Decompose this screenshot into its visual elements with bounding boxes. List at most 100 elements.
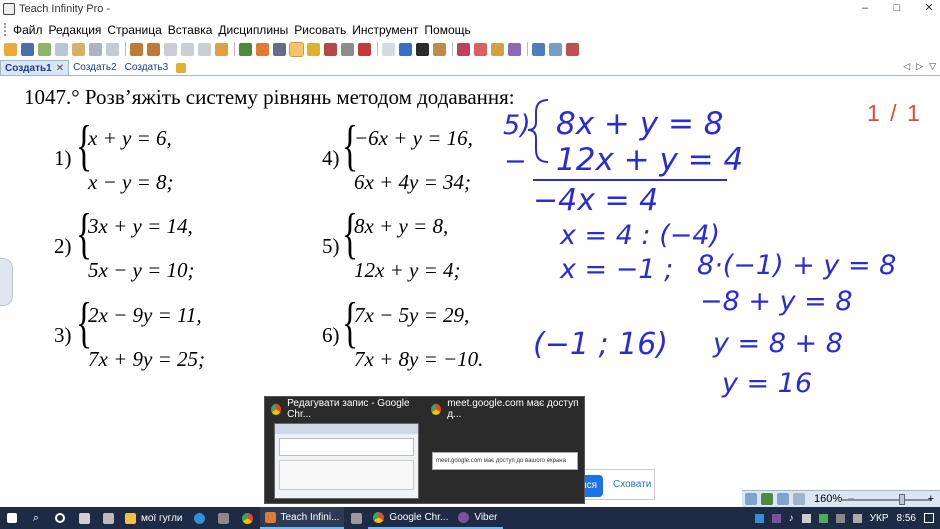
stamp-icon[interactable] <box>433 42 446 56</box>
app-window: Teach Infinity Pro - – □ ✕ Файл Редакция… <box>0 0 940 529</box>
print-icon[interactable] <box>89 42 102 56</box>
taskbar-chrome[interactable]: Google Chr... <box>368 507 454 529</box>
new-tab-icon <box>176 62 187 73</box>
formula-icon[interactable] <box>491 42 504 56</box>
taskbar-label: Viber <box>474 511 498 523</box>
import-icon[interactable] <box>72 42 85 56</box>
tab-create2[interactable]: Создать2 <box>69 60 121 75</box>
delete-icon[interactable] <box>198 42 211 56</box>
minimize-button[interactable]: – <box>858 1 872 15</box>
menu-bar: Файл Редакция Страница Вставка Дисциплин… <box>0 20 940 39</box>
screen-icon[interactable] <box>532 42 545 56</box>
close-button[interactable]: ✕ <box>922 1 936 15</box>
language-indicator[interactable]: УКР <box>870 513 889 524</box>
cortana-button[interactable] <box>48 507 72 529</box>
handwriting-icon[interactable] <box>457 42 470 56</box>
equation: 12x + y = 4; <box>354 258 461 282</box>
toolbar-separator <box>377 42 378 56</box>
laser-icon[interactable] <box>256 42 269 56</box>
menu-tools[interactable]: Инструмент <box>349 23 421 37</box>
pencil-icon[interactable] <box>273 42 286 56</box>
tray-icon[interactable] <box>771 513 781 523</box>
battery-icon[interactable] <box>835 513 845 523</box>
tab-prev-icon[interactable]: ◁ <box>903 61 910 72</box>
notifications-icon[interactable] <box>924 513 934 523</box>
ruler-icon[interactable] <box>508 42 521 56</box>
new-page-icon[interactable] <box>38 42 51 56</box>
copy-icon[interactable] <box>106 42 119 56</box>
select-arrow-icon[interactable] <box>239 42 252 56</box>
redo-icon[interactable] <box>147 42 160 56</box>
tray-icon[interactable] <box>801 513 811 523</box>
preview-thumbnail[interactable]: meet.google.com має доступ до вашого екр… <box>432 452 578 470</box>
preview-item-2[interactable]: meet.google.com має доступ д... <box>425 397 585 421</box>
fit-page-icon[interactable] <box>745 493 757 505</box>
taskbar-app[interactable] <box>96 507 120 529</box>
menu-page[interactable]: Страница <box>104 23 164 37</box>
text-icon[interactable] <box>416 42 429 56</box>
volume-icon[interactable]: ♪ <box>789 513 794 524</box>
preview-thumbnail[interactable] <box>274 423 419 499</box>
tab-create3[interactable]: Создать3 <box>121 60 173 75</box>
tab-create1[interactable]: Создать1 ✕ <box>0 60 70 75</box>
taskbar-app[interactable] <box>212 507 236 529</box>
clone-icon[interactable] <box>215 42 228 56</box>
zoom-value: 160% <box>814 493 843 505</box>
thumb-text: meet.google.com має доступ до вашого екр… <box>436 458 566 464</box>
menu-insert[interactable]: Вставка <box>165 23 216 37</box>
tab-next-icon[interactable]: ▷ <box>916 61 923 72</box>
line-icon[interactable] <box>399 42 412 56</box>
zoom-tool-icon[interactable] <box>777 493 789 505</box>
annotate-icon[interactable] <box>566 42 579 56</box>
taskbar-folder[interactable]: мої гугли <box>120 507 188 529</box>
open-icon[interactable] <box>4 42 17 56</box>
undo-icon[interactable] <box>130 42 143 56</box>
equation: x − y = 8; <box>88 170 174 194</box>
menu-file[interactable]: Файл <box>10 23 46 37</box>
system-label: 5) <box>322 234 340 258</box>
taskbar-app[interactable] <box>188 507 212 529</box>
spellcheck-icon[interactable] <box>474 42 487 56</box>
edge-icon <box>194 512 205 524</box>
shape-icon[interactable] <box>382 42 395 56</box>
eraser-icon[interactable] <box>341 42 354 56</box>
maximize-button[interactable]: □ <box>890 1 904 15</box>
taskbar-viber[interactable]: Viber <box>453 507 503 529</box>
zoom-slider-thumb[interactable] <box>899 494 905 505</box>
search-button[interactable]: ⌕ <box>24 507 48 529</box>
tray-icon[interactable] <box>754 513 764 523</box>
zoom-slider[interactable] <box>842 499 932 501</box>
side-panel-handle[interactable] <box>0 258 13 306</box>
menu-help[interactable]: Помощь <box>421 23 473 37</box>
zoom-in-button[interactable]: + <box>928 493 934 505</box>
taskbar-app[interactable] <box>236 507 260 529</box>
tab-close-icon[interactable]: ✕ <box>56 63 64 74</box>
menu-disciplines[interactable]: Дисциплины <box>215 23 291 37</box>
menu-edit[interactable]: Редакция <box>46 23 105 37</box>
preview-item-1[interactable]: Редагувати запис - Google Chr... <box>265 397 425 421</box>
highlighter-icon[interactable] <box>307 42 320 56</box>
settings-icon[interactable] <box>793 493 805 505</box>
network-icon[interactable] <box>852 513 862 523</box>
hide-button[interactable]: Сховати <box>613 479 651 490</box>
pen-icon[interactable] <box>289 41 304 57</box>
brush-icon[interactable] <box>324 42 337 56</box>
paste-icon[interactable] <box>181 42 194 56</box>
tray-icon[interactable] <box>818 513 828 523</box>
fill-icon[interactable] <box>358 42 371 56</box>
taskbar-app[interactable] <box>72 507 96 529</box>
export-icon[interactable] <box>55 42 68 56</box>
tab-label: Создать1 <box>5 62 52 74</box>
toolbar-separator <box>452 42 453 56</box>
save-icon[interactable] <box>21 42 34 56</box>
record-icon[interactable] <box>549 42 562 56</box>
play-icon[interactable] <box>761 493 773 505</box>
start-button[interactable] <box>0 507 24 529</box>
new-tab-button[interactable] <box>172 60 190 75</box>
menu-draw[interactable]: Рисовать <box>291 23 349 37</box>
clock[interactable]: 8:56 <box>897 513 916 524</box>
taskbar-teach[interactable]: Teach Infini... <box>259 507 345 529</box>
tab-menu-icon[interactable]: ▽ <box>929 61 936 72</box>
cut-icon[interactable] <box>164 42 177 56</box>
taskbar-app[interactable] <box>344 507 368 529</box>
